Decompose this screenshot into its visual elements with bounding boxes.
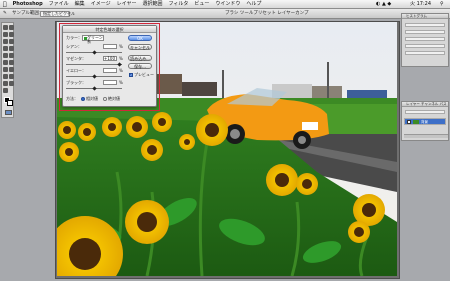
layer-name: 背景 xyxy=(421,120,428,124)
layers-panel: レイヤー チャンネル パス 背景 xyxy=(401,101,449,141)
histogram-panel: ヒストグラム xyxy=(401,13,449,67)
healing-brush-tool-icon[interactable] xyxy=(3,46,8,51)
slice-tool-icon[interactable] xyxy=(9,39,14,44)
menu-image[interactable]: イメージ xyxy=(91,0,111,9)
path-select-tool-icon[interactable] xyxy=(9,74,14,79)
eye-icon[interactable] xyxy=(407,120,411,124)
highlight-frame xyxy=(59,23,160,111)
sample-size-label: サンプル範囲： xyxy=(12,11,44,16)
magic-wand-tool-icon[interactable] xyxy=(9,32,14,37)
layer-thumbnail xyxy=(413,120,419,124)
panel-field-4[interactable] xyxy=(405,44,445,48)
sample-size-select[interactable]: 指定したピクセル xyxy=(40,11,75,17)
crop-tool-icon[interactable] xyxy=(3,39,8,44)
dodge-tool-icon[interactable] xyxy=(3,67,8,72)
zoom-tool-icon[interactable] xyxy=(3,88,8,93)
stamp-tool-icon[interactable] xyxy=(3,53,8,58)
menu-filter[interactable]: フィルタ xyxy=(168,0,188,9)
shape-tool-icon[interactable] xyxy=(3,81,8,86)
layers-panel-title: レイヤー チャンネル パス xyxy=(402,102,448,107)
workspace-tabs[interactable]: ブラシ ツールプリセット レイヤーカンプ xyxy=(225,9,309,19)
blend-mode-select[interactable] xyxy=(405,110,445,114)
status-icons: ◐ ▲ ◆ xyxy=(376,1,392,7)
apple-icon[interactable]:  xyxy=(3,0,7,9)
menu-app-name[interactable]: Photoshop xyxy=(13,0,43,9)
hand-tool-icon[interactable] xyxy=(9,81,14,86)
menu-edit[interactable]: 編集 xyxy=(75,0,85,9)
history-brush-tool-icon[interactable] xyxy=(9,53,14,58)
layer-row[interactable]: 背景 xyxy=(404,118,446,125)
histogram-panel-title: ヒストグラム xyxy=(402,14,448,19)
panel-field-5[interactable] xyxy=(405,51,445,55)
marquee-tool-icon[interactable] xyxy=(9,25,14,30)
layers-panel-footer xyxy=(404,134,448,138)
eraser-tool-icon[interactable] xyxy=(3,60,8,65)
menu-clock: 火 17:24 xyxy=(410,1,431,7)
toolbox xyxy=(1,22,14,118)
eyedropper-icon[interactable]: ✎ xyxy=(3,9,7,19)
menu-window[interactable]: ウインドウ xyxy=(215,0,240,9)
menu-view[interactable]: ビュー xyxy=(194,0,209,9)
menu-layer[interactable]: レイヤー xyxy=(117,0,137,9)
panel-field-3[interactable] xyxy=(405,37,445,41)
options-bar: ✎ サンプル範囲： 指定したピクセル ブラシ ツールプリセット レイヤーカンプ xyxy=(0,9,450,19)
background-color-swatch[interactable] xyxy=(7,100,13,106)
pen-tool-icon[interactable] xyxy=(9,67,14,72)
menu-bar:  Photoshop ファイル 編集 イメージ レイヤー 選択範囲 フィルタ … xyxy=(0,0,450,9)
screen-mode-icon[interactable] xyxy=(5,110,12,115)
brush-tool-icon[interactable] xyxy=(9,46,14,51)
spotlight-icon[interactable]: ⚲ xyxy=(440,0,444,9)
type-tool-icon[interactable] xyxy=(3,74,8,79)
move-tool-icon[interactable] xyxy=(3,25,8,30)
menu-file[interactable]: ファイル xyxy=(49,0,69,9)
menu-select[interactable]: 選択範囲 xyxy=(142,0,162,9)
lasso-tool-icon[interactable] xyxy=(3,32,8,37)
panel-field-1[interactable] xyxy=(405,23,445,27)
panel-field-2[interactable] xyxy=(405,30,445,34)
gradient-tool-icon[interactable] xyxy=(9,60,14,65)
menu-help[interactable]: ヘルプ xyxy=(246,0,261,9)
